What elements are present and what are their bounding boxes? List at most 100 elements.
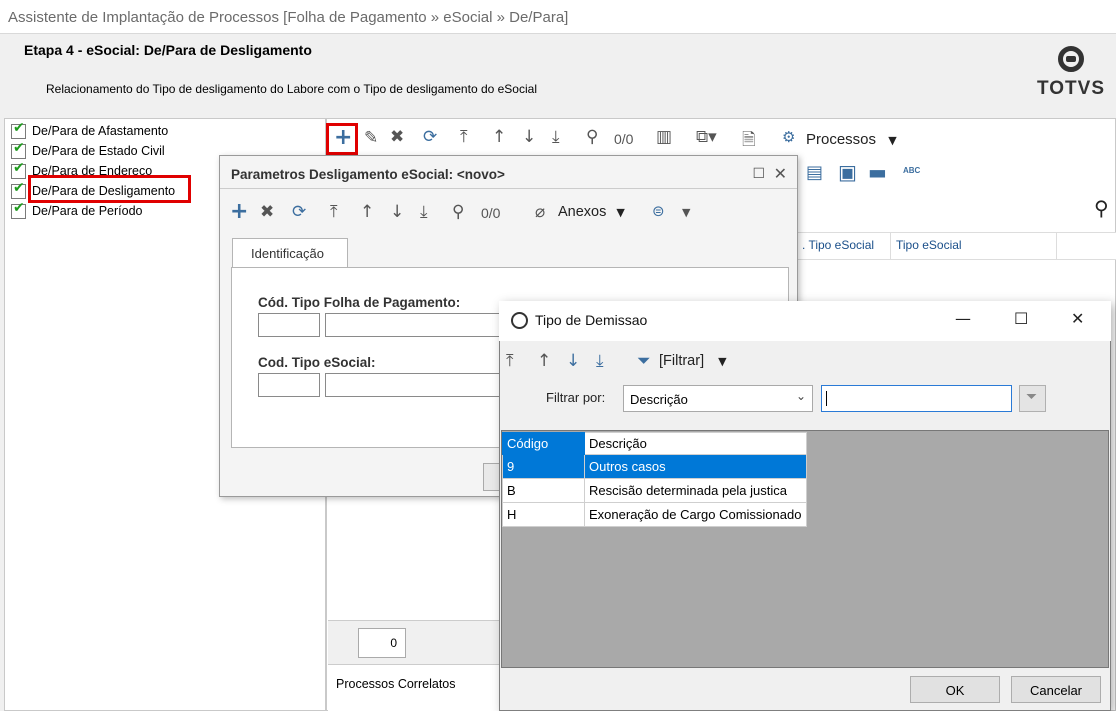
last-icon[interactable]: ⤓ (420, 202, 428, 222)
tab-label: Identificação (251, 246, 324, 261)
grid-header: . Tipo eSocial Tipo eSocial (798, 232, 1116, 260)
first-icon[interactable]: ⤒ (460, 127, 468, 147)
checked-icon (11, 180, 26, 199)
table-header-row: Código Descrição (502, 432, 807, 455)
checked-icon (11, 160, 26, 179)
next-icon[interactable]: ↓ (390, 202, 404, 222)
tree-item-label: De/Para de Período (32, 204, 143, 218)
window-icon[interactable]: ▣ (838, 160, 857, 184)
chevron-down-icon: ⌄ (795, 389, 806, 403)
tree-item-label: De/Para de Estado Civil (32, 144, 165, 158)
main-toolbar: + ✎ ✖ ⟳ ⤒ ↑ ↓ ⤓ ⚲ 0/0 ▥ ⧉▾ 🗎 ⚙ (328, 122, 1108, 158)
cell-code: B (502, 478, 585, 503)
column-header-codigo[interactable]: Código (502, 432, 585, 455)
columns-icon[interactable]: ▥ (656, 127, 672, 147)
restore-icon[interactable]: ☐ (752, 165, 765, 182)
record-counter: 0/0 (614, 131, 634, 147)
cell-description: Rescisão determinada pela justica (584, 478, 807, 503)
delete-icon[interactable]: ✖ (260, 202, 274, 222)
table-row[interactable]: H Exoneração de Cargo Comissionado (502, 502, 807, 527)
select-value: Descrição (630, 392, 688, 407)
layout-icon[interactable]: ▤ (806, 162, 823, 183)
folha-code-input[interactable] (258, 313, 320, 337)
chevron-down-icon[interactable]: ▼ (682, 206, 690, 219)
cell-description: Outros casos (584, 454, 807, 479)
add-icon[interactable]: + (230, 199, 248, 224)
highlight-box (326, 123, 358, 155)
lookup-title: Tipo de Demissao (535, 312, 648, 328)
cancel-button[interactable]: Cancelar (1011, 676, 1101, 703)
previous-icon[interactable]: ↑ (360, 202, 374, 222)
menu-icon[interactable]: ⊜ (652, 202, 665, 220)
processos-button[interactable]: Processos ▼ (806, 131, 897, 148)
cell-code: H (502, 502, 585, 527)
checked-icon (11, 200, 26, 219)
record-count: 0 (358, 628, 406, 658)
previous-icon[interactable]: ↑ (492, 127, 506, 147)
tree-item-afastamento[interactable]: De/Para de Afastamento (11, 120, 169, 140)
tree-item-label: De/Para de Afastamento (32, 124, 169, 138)
folha-description-input[interactable] (325, 313, 505, 337)
edit-icon[interactable]: ✎ (364, 128, 378, 148)
refresh-icon[interactable]: ⟳ (292, 202, 306, 222)
last-icon[interactable]: ⤓ (552, 127, 560, 147)
filter-input[interactable] (821, 385, 1012, 412)
table-row[interactable]: 9 Outros casos (502, 454, 807, 479)
highlight-box (28, 175, 191, 203)
minimize-icon[interactable]: — (955, 309, 971, 328)
close-icon[interactable]: ✕ (774, 164, 787, 184)
filter-icon: ⏷ (1026, 389, 1038, 405)
chevron-down-icon: ▼ (888, 134, 897, 147)
anexos-label: Anexos (558, 204, 607, 220)
footer-strip (328, 620, 508, 664)
ok-button[interactable]: OK (910, 676, 1000, 703)
form-icon[interactable]: ▬ (868, 160, 887, 184)
step-title: Etapa 4 - eSocial: De/Para de Desligamen… (24, 42, 312, 58)
filtrar-button[interactable]: [Filtrar] ▼ (659, 353, 727, 369)
next-icon[interactable]: ↓ (522, 127, 536, 147)
column-header[interactable]: Tipo eSocial (896, 238, 962, 252)
maximize-icon[interactable]: ☐ (1014, 309, 1028, 328)
spellcheck-icon[interactable]: ABC (903, 166, 920, 175)
anexos-button[interactable]: Anexos ▼ (558, 204, 625, 220)
field-label: Cod. Tipo eSocial: (258, 355, 376, 370)
tree-item-estado-civil[interactable]: De/Para de Estado Civil (11, 140, 165, 160)
first-icon[interactable]: ⤒ (330, 202, 338, 222)
last-icon[interactable]: ⤓ (596, 351, 604, 371)
search-icon[interactable]: ⚲ (586, 127, 598, 147)
attachment-icon: ⌀ (535, 202, 546, 222)
totvs-logo-text: TOTVS (1037, 78, 1105, 99)
checked-icon (11, 120, 26, 139)
column-header-descricao[interactable]: Descrição (584, 432, 807, 455)
divider (220, 188, 797, 189)
search-icon[interactable]: ⚲ (1094, 196, 1109, 220)
esocial-description-input[interactable] (325, 373, 505, 397)
record-counter: 0/0 (481, 205, 501, 221)
table-row[interactable]: B Rescisão determinada pela justica (502, 478, 807, 503)
filtrar-label: [Filtrar] (659, 353, 705, 369)
export-icon[interactable]: ⧉▾ (696, 127, 717, 147)
wizard-header: Etapa 4 - eSocial: De/Para de Desligamen… (0, 34, 1116, 116)
tab-identificacao[interactable]: Identificação (232, 238, 348, 268)
cell-code: 9 (502, 454, 585, 479)
first-icon[interactable]: ⤒ (506, 351, 514, 371)
report-icon[interactable]: 🗎 (742, 127, 756, 156)
column-header[interactable]: . Tipo eSocial (802, 238, 874, 252)
gear-icon: ⚙ (782, 128, 796, 146)
close-icon[interactable]: ✕ (1071, 309, 1084, 328)
refresh-icon[interactable]: ⟳ (423, 127, 437, 147)
previous-icon[interactable]: ↑ (537, 351, 551, 371)
tree-item-periodo[interactable]: De/Para de Período (11, 200, 143, 220)
delete-icon[interactable]: ✖ (390, 127, 404, 147)
totvs-logo-icon (1058, 46, 1084, 72)
field-label: Cód. Tipo Folha de Pagamento: (258, 295, 461, 310)
checked-icon (11, 140, 26, 159)
apply-filter-button[interactable]: ⏷ (1019, 385, 1046, 412)
next-icon[interactable]: ↓ (566, 351, 580, 371)
totvs-icon (511, 312, 528, 329)
search-icon[interactable]: ⚲ (452, 202, 464, 222)
window-title: Assistente de Implantação de Processos [… (8, 9, 569, 26)
esocial-code-input[interactable] (258, 373, 320, 397)
filter-field-select[interactable]: Descrição ⌄ (623, 385, 813, 412)
window-titlebar: Assistente de Implantação de Processos [… (0, 0, 1116, 34)
